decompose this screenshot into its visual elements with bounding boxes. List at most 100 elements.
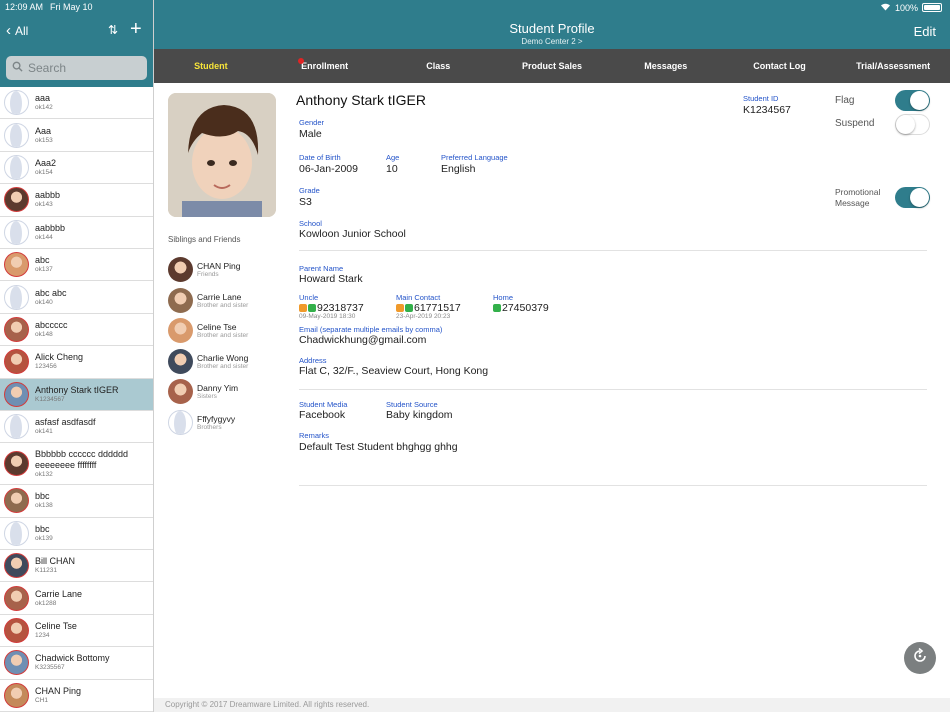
footer-copyright: Copyright © 2017 Dreamware Limited. All …	[154, 698, 950, 712]
default-avatar-icon	[4, 122, 29, 148]
status-right: 100%	[880, 2, 942, 13]
student-list-item[interactable]: aabbbb ok144	[0, 217, 153, 249]
gender-value: Male	[299, 128, 322, 140]
student-list-name: Chadwick Bottomy	[35, 653, 110, 664]
sibling-text: Celine Tse Brother and sister	[197, 322, 248, 339]
center-selector[interactable]: Demo Center 2 >	[154, 37, 950, 46]
sibling-item[interactable]: Celine Tse Brother and sister	[168, 318, 248, 343]
sibling-item[interactable]: Fffyfygyvy Brothers	[168, 409, 235, 435]
student-list-item[interactable]: abc ok137	[0, 249, 153, 282]
student-list-name: bbc	[35, 523, 50, 534]
student-list-item[interactable]: aaa ok142	[0, 87, 153, 120]
sibling-item[interactable]: Charlie Wong Brother and sister	[168, 348, 249, 374]
student-list-text: Chadwick Bottomy K3235567	[35, 653, 110, 672]
tab-contact-log[interactable]: Contact Log	[723, 49, 837, 83]
search-placeholder: Search	[28, 61, 67, 75]
student-list-item[interactable]: Anthony Stark tIGER K1234567	[0, 378, 153, 411]
student-list-item[interactable]: Chadwick Bottomy K3235567	[0, 647, 153, 680]
add-student-button[interactable]: +	[130, 18, 142, 41]
student-list-item[interactable]: Celine Tse 1234	[0, 615, 153, 648]
avatar	[168, 348, 193, 374]
flag-label: Flag	[835, 95, 855, 106]
student-photo[interactable]	[168, 93, 276, 217]
student-list-name: Carrie Lane	[35, 588, 83, 599]
student-list-text: aaa ok142	[35, 93, 53, 112]
avatar	[4, 553, 29, 579]
gender-label: Gender	[299, 118, 325, 127]
promotional-message-toggle[interactable]	[895, 187, 930, 208]
divider	[299, 389, 927, 390]
tab-student[interactable]: Student	[154, 49, 268, 83]
student-list-item[interactable]: aabbb ok143	[0, 184, 153, 217]
student-list-item[interactable]: Carrie Lane ok1288	[0, 582, 153, 615]
student-list-item[interactable]: Alick Cheng 123456	[0, 346, 153, 379]
sibling-name: CHAN Ping	[197, 261, 241, 271]
whatsapp-icon[interactable]	[405, 304, 413, 312]
student-list-text: Aaa ok153	[35, 126, 53, 145]
status-bar: 12:09 AM Fri May 10 100%	[0, 0, 950, 14]
avatar	[4, 618, 29, 644]
student-name: Anthony Stark tIGER	[296, 92, 426, 108]
home-phone[interactable]: 27450379	[493, 302, 549, 314]
student-list-item[interactable]: abc abc ok140	[0, 281, 153, 314]
sibling-item[interactable]: Danny Yim Sisters	[168, 379, 238, 404]
notification-dot	[298, 58, 304, 64]
suspend-label: Suspend	[835, 118, 875, 129]
parent-name-label: Parent Name	[299, 264, 344, 273]
student-list-item[interactable]: Bbbbbb cccccc dddddd eeeeeeee ffffffff ok…	[0, 443, 153, 486]
sibling-relation: Brother and sister	[197, 362, 249, 370]
tab-product-sales[interactable]: Product Sales	[495, 49, 609, 83]
student-list-item[interactable]: Aaa ok153	[0, 119, 153, 152]
avatar	[168, 379, 193, 404]
main-contact-timestamp: 23-Apr-2019 20:23	[396, 313, 451, 320]
tab-class[interactable]: Class	[381, 49, 495, 83]
student-list-item[interactable]: bbc ok138	[0, 485, 153, 518]
student-list-item[interactable]: Aaa2 ok154	[0, 152, 153, 185]
edit-button[interactable]: Edit	[914, 24, 936, 39]
call-log-icon	[396, 304, 404, 312]
student-list-id: ok144	[35, 233, 53, 241]
default-avatar-icon	[4, 284, 29, 310]
sibling-item[interactable]: Carrie Lane Brother and sister	[168, 287, 248, 313]
student-list-item[interactable]: CHAN Ping CH1	[0, 680, 153, 712]
sort-icon[interactable]: ⇅	[108, 23, 118, 37]
student-list-item[interactable]: asfasf asdfasdf ok141	[0, 411, 153, 444]
student-list-text: Anthony Stark tIGER K1234567	[35, 385, 119, 404]
search-input[interactable]: Search	[6, 56, 147, 80]
school-label: School	[299, 219, 322, 228]
sibling-item[interactable]: CHAN Ping Friends	[168, 257, 240, 282]
tab-messages[interactable]: Messages	[609, 49, 723, 83]
whatsapp-icon[interactable]	[493, 304, 501, 312]
student-list-item[interactable]: bbc ok139	[0, 518, 153, 551]
flag-toggle[interactable]	[895, 90, 930, 111]
student-list-id: ok132	[35, 470, 53, 478]
student-list-item[interactable]: abccccc ok148	[0, 314, 153, 347]
uncle-label: Uncle	[299, 293, 319, 302]
student-list-text: CHAN Ping CH1	[35, 686, 81, 705]
sibling-name: Danny Yim	[197, 383, 239, 393]
call-log-icon	[299, 304, 307, 312]
avatar	[4, 451, 29, 477]
student-list-name: Bill CHAN	[35, 556, 76, 567]
page-title: Student Profile	[509, 21, 595, 36]
sibling-relation: Brother and sister	[197, 332, 249, 339]
student-list-item[interactable]: Bill CHAN K11231	[0, 550, 153, 583]
refresh-button[interactable]	[904, 642, 936, 674]
back-button[interactable]: ‹ All	[6, 23, 28, 38]
suspend-toggle[interactable]	[895, 114, 930, 135]
promotional-message-label: Promotional Message	[835, 187, 881, 208]
tab-trial-assessment[interactable]: Trial/Assessment	[836, 49, 950, 83]
student-list-text: abccccc ok148	[35, 320, 68, 339]
student-list-text: Alick Cheng 123456	[35, 352, 83, 371]
whatsapp-icon[interactable]	[308, 304, 316, 312]
student-list-name: Aaa	[35, 125, 52, 136]
tab-enrollment[interactable]: Enrollment	[268, 49, 382, 83]
email-value[interactable]: Chadwickhung@gmail.com	[299, 334, 426, 346]
student-list-text: bbc ok138	[35, 491, 53, 510]
student-list-text: abc ok137	[35, 255, 53, 274]
default-avatar-icon	[168, 409, 193, 435]
avatar	[168, 287, 193, 313]
battery-icon	[922, 3, 942, 12]
parent-name-value: Howard Stark	[299, 273, 363, 285]
student-list-name: aabbb	[35, 190, 61, 201]
